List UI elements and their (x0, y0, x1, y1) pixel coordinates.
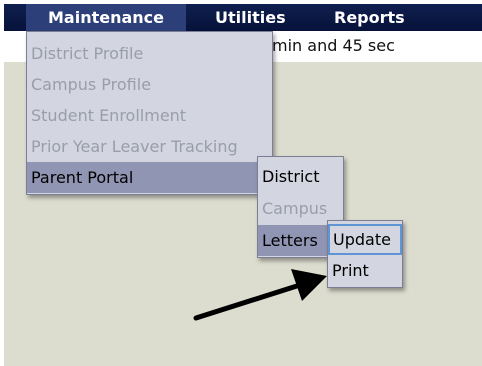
menu-item-campus-profile[interactable]: Campus Profile (27, 69, 272, 100)
menu-maintenance[interactable]: Maintenance (26, 4, 186, 31)
menu-item-update[interactable]: Update (328, 224, 402, 255)
application-window: Maintenance Utilities Reports min and 45… (4, 4, 482, 366)
menu-bar: Maintenance Utilities Reports (4, 4, 482, 31)
menu-reports[interactable]: Reports (334, 4, 405, 31)
session-timer-text: min and 45 sec (272, 36, 395, 55)
menu-item-district-profile[interactable]: District Profile (27, 38, 272, 69)
menu-item-parent-portal[interactable]: Parent Portal (27, 162, 272, 193)
menu-item-prior-year-leaver-tracking[interactable]: Prior Year Leaver Tracking (27, 131, 272, 162)
letters-submenu: Update Print (327, 220, 403, 288)
menu-item-student-enrollment[interactable]: Student Enrollment (27, 100, 272, 131)
menu-item-print[interactable]: Print (328, 255, 402, 286)
maintenance-dropdown: District Profile Campus Profile Student … (26, 31, 273, 195)
menu-item-district[interactable]: District (258, 161, 343, 192)
menu-utilities[interactable]: Utilities (215, 4, 286, 31)
